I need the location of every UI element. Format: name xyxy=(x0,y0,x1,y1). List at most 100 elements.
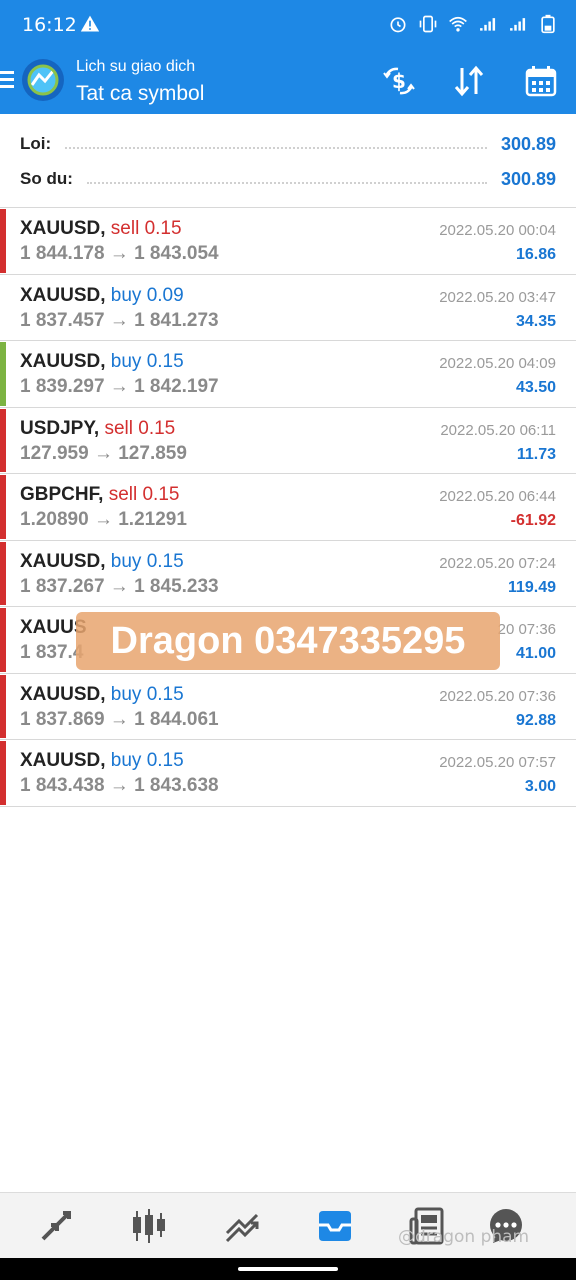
trade-indicator-bar xyxy=(0,741,6,805)
status-bar: 16:12 xyxy=(0,0,576,50)
trade-indicator-bar xyxy=(0,342,6,406)
symbol-name: XAUUSD, xyxy=(20,683,106,705)
app-bar: Lich su giao dich Tat ca symbol $ xyxy=(0,50,576,114)
trade-indicator-bar xyxy=(0,475,6,539)
dotted-leader xyxy=(86,182,487,184)
trade-type: buy 0.15 xyxy=(110,351,184,372)
trade-time: 2022.05.20 07:36 xyxy=(439,687,556,705)
trade-profit: 34.35 xyxy=(515,312,556,330)
trade-profit: 43.50 xyxy=(515,379,556,396)
app-title[interactable]: Tat ca symbol xyxy=(76,82,204,106)
symbol-name: XAUUSD, xyxy=(20,750,106,771)
trade-row[interactable]: XAUUSD, buy 0.15 1 837.869 → 1 844.061 2… xyxy=(0,674,576,740)
balance-label: So du: xyxy=(20,169,73,188)
symbol-name: XAUUSD, xyxy=(20,284,106,306)
trade-prices: 1 837.4 xyxy=(20,642,84,663)
quotes-icon[interactable] xyxy=(37,1207,75,1245)
trade-indicator-bar xyxy=(0,276,6,340)
trade-row[interactable]: XAUUSD, buy 0.09 1 837.457 → 1 841.273 2… xyxy=(0,275,576,341)
symbol-name: XAUUSD, xyxy=(20,218,106,239)
trade-symbol: XAUUSD, buy 0.15 xyxy=(20,551,184,573)
trade-prices: 1 843.438 → 1 843.638 xyxy=(20,775,219,796)
signal-icon xyxy=(480,18,496,31)
balance-value: 300.89 xyxy=(500,168,556,189)
menu-icon[interactable] xyxy=(0,68,16,92)
trade-time: 2022.05.20 07:24 xyxy=(439,554,556,572)
trade-symbol: XAUUSD, buy 0.15 xyxy=(20,750,184,772)
trade-type: buy 0.09 xyxy=(110,284,184,306)
trade-time: 2022.05.20 04:09 xyxy=(439,355,556,372)
trade-symbol: GBPCHF, sell 0.15 xyxy=(20,484,179,506)
trade-indicator-bar xyxy=(0,608,6,672)
alarm-icon xyxy=(390,17,406,33)
trade-list: XAUUSD, sell 0.15 1 844.178 → 1 843.054 … xyxy=(0,208,576,807)
trade-row[interactable]: XAUUSD, sell 0.15 1 844.178 → 1 843.054 … xyxy=(0,208,576,275)
trade-time: 20 07:36 xyxy=(497,621,556,638)
trade-prices: 1 837.267 → 1 845.233 xyxy=(20,575,219,597)
signal-icon xyxy=(510,18,526,31)
trade-indicator-bar xyxy=(0,541,6,605)
trade-indicator-bar xyxy=(0,408,6,472)
profit-value: 300.89 xyxy=(500,133,556,154)
trade-prices: 127.959 → 127.859 xyxy=(20,442,187,464)
trade-prices: 1 837.869 → 1 844.061 xyxy=(20,708,219,730)
wifi-icon xyxy=(449,16,467,32)
profit-label: Loi: xyxy=(20,134,52,153)
status-icons xyxy=(388,14,558,34)
trade-profit: 3.00 xyxy=(524,778,556,795)
trade-row[interactable]: XAUUSD, buy 0.15 1 839.297 → 1 842.197 2… xyxy=(0,341,576,408)
svg-text:$: $ xyxy=(392,69,406,93)
home-indicator xyxy=(0,1258,576,1280)
trade-icon[interactable] xyxy=(223,1207,261,1245)
trade-symbol: XAUUSD, buy 0.09 xyxy=(20,285,184,307)
calendar-icon[interactable] xyxy=(524,64,558,98)
trade-profit: 92.88 xyxy=(515,711,556,729)
watermark-overlay: Dragon 0347335295 xyxy=(76,612,500,670)
trade-row[interactable]: GBPCHF, sell 0.15 1.20890 → 1.21291 2022… xyxy=(0,474,576,541)
status-time: 16:12 xyxy=(22,14,77,36)
symbol-name: GBPCHF, xyxy=(20,484,104,505)
symbol-name: USDJPY, xyxy=(20,417,100,439)
credit-watermark: @dragon pham xyxy=(398,1227,530,1247)
sort-icon[interactable] xyxy=(452,64,486,98)
home-pill[interactable] xyxy=(238,1267,338,1271)
dotted-leader xyxy=(65,147,487,149)
trade-profit: 11.73 xyxy=(516,445,556,463)
trade-row[interactable]: XAUUSD, buy 0.15 1 843.438 → 1 843.638 2… xyxy=(0,740,576,807)
trade-symbol: XAUUSD, sell 0.15 xyxy=(20,218,182,240)
trade-profit: 16.86 xyxy=(515,246,556,263)
currency-exchange-icon[interactable]: $ xyxy=(382,64,416,98)
vibrate-icon xyxy=(419,15,437,33)
trade-profit: 41.00 xyxy=(515,645,556,662)
trade-time: 2022.05.20 03:47 xyxy=(439,288,556,306)
trade-prices: 1 837.457 → 1 841.273 xyxy=(20,309,219,331)
app-logo xyxy=(22,59,64,101)
bottom-nav: @dragon pham xyxy=(0,1192,576,1258)
history-icon[interactable] xyxy=(316,1207,354,1245)
symbol-name: XAUUSD, xyxy=(20,351,106,372)
chart-candles-icon[interactable] xyxy=(130,1207,168,1245)
trade-indicator-bar xyxy=(0,674,6,738)
symbol-name: XAUUSD, xyxy=(20,550,106,572)
trade-type: buy 0.15 xyxy=(110,683,184,705)
battery-icon xyxy=(541,14,555,34)
summary-panel: Loi: 300.89 So du: 300.89 xyxy=(0,114,576,208)
trade-prices: 1.20890 → 1.21291 xyxy=(20,509,187,530)
trade-row[interactable]: USDJPY, sell 0.15 127.959 → 127.859 2022… xyxy=(0,408,576,474)
trade-type: buy 0.15 xyxy=(110,550,184,572)
trade-time: 2022.05.20 06:44 xyxy=(439,488,556,505)
trade-type: buy 0.15 xyxy=(110,750,184,771)
trade-time: 2022.05.20 00:04 xyxy=(439,222,556,239)
balance-row: So du: 300.89 xyxy=(20,164,556,194)
trade-prices: 1 844.178 → 1 843.054 xyxy=(20,243,219,264)
trade-type: sell 0.15 xyxy=(104,417,176,439)
warning-icon xyxy=(80,15,100,32)
trade-symbol: XAUUSD, buy 0.15 xyxy=(20,684,184,706)
trade-row[interactable]: XAUUSD, buy 0.15 1 837.267 → 1 845.233 2… xyxy=(0,541,576,607)
trade-prices: 1 839.297 → 1 842.197 xyxy=(20,376,219,397)
trade-time: 2022.05.20 07:57 xyxy=(439,754,556,771)
trade-indicator-bar xyxy=(0,209,6,273)
trade-time: 2022.05.20 06:11 xyxy=(440,421,556,439)
trade-symbol: XAUUSD, buy 0.15 xyxy=(20,351,184,373)
trade-type: sell 0.15 xyxy=(110,218,182,239)
